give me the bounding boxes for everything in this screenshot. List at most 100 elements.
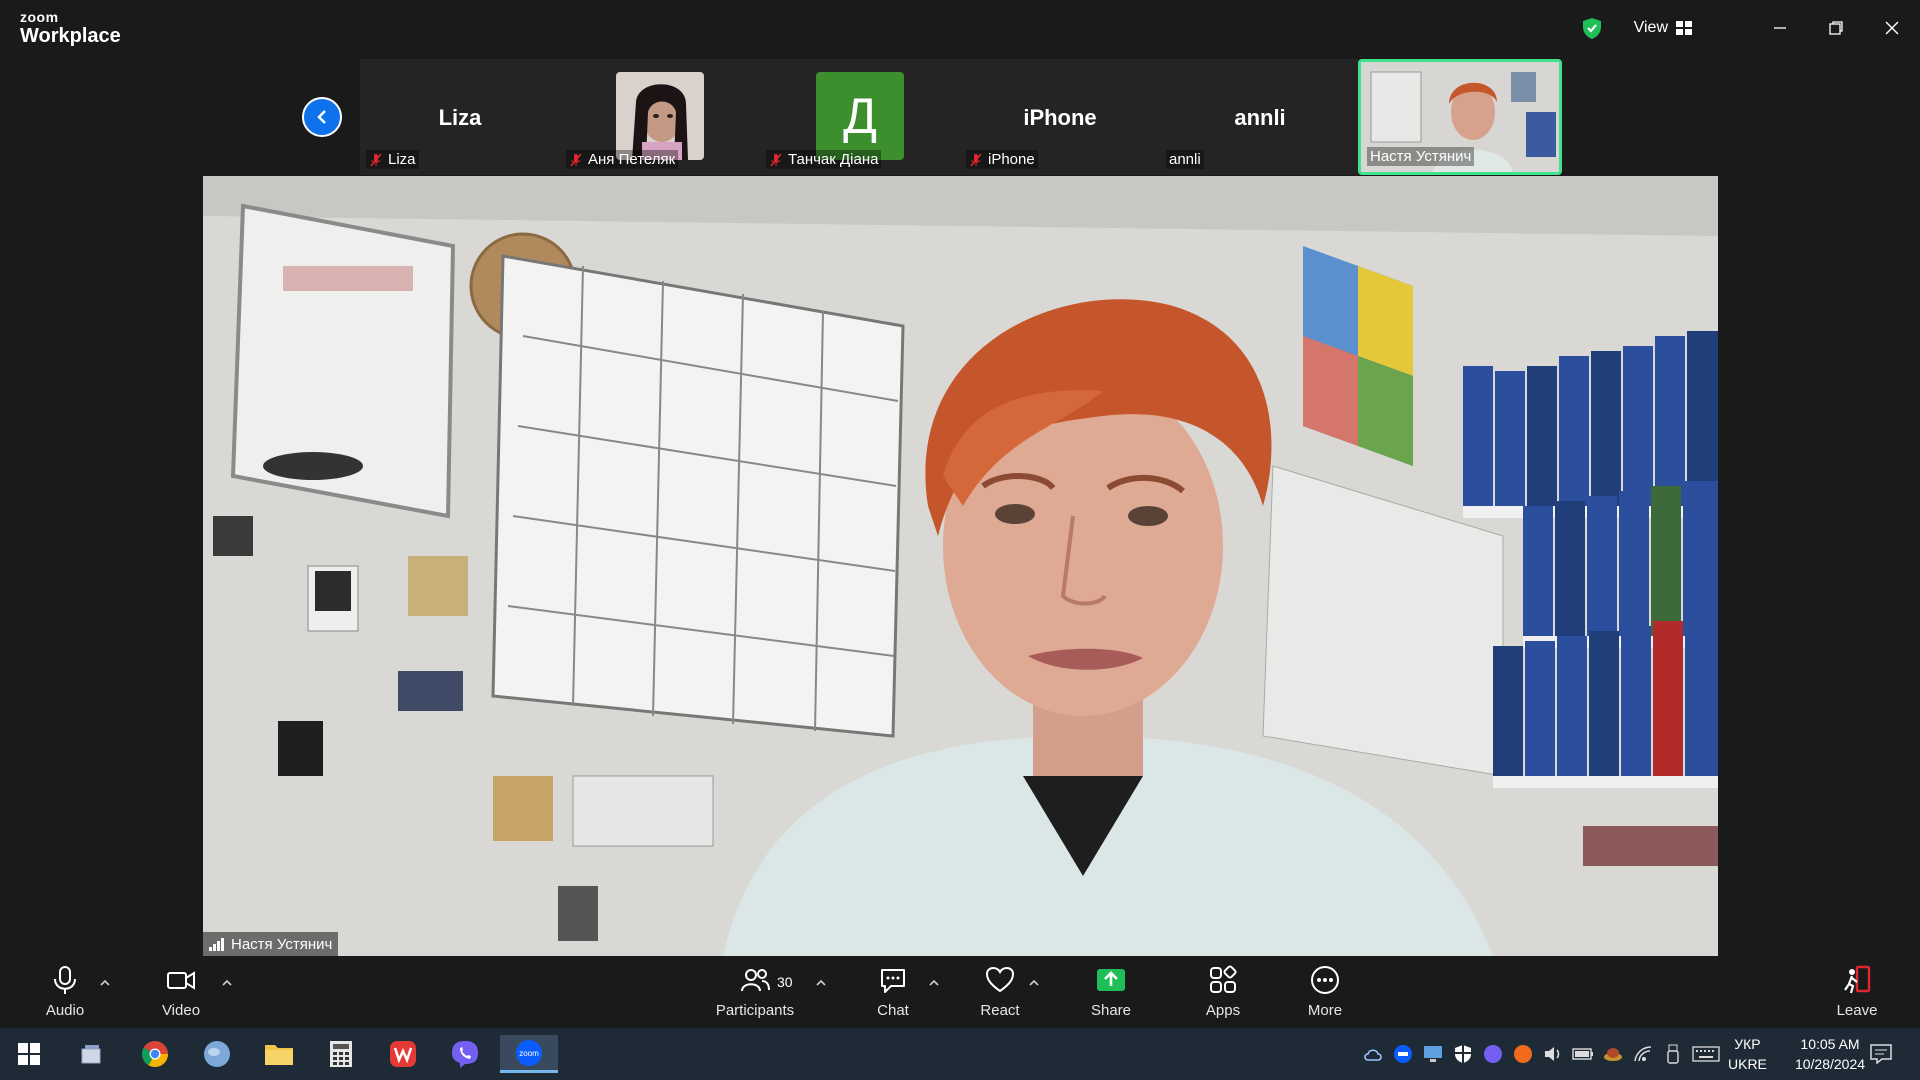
audio-label: Audio [45,1002,85,1019]
participant-tile-self[interactable]: Настя Устянич [1358,59,1562,175]
heart-icon [985,966,1015,993]
defender-shield-icon [1455,1045,1471,1063]
tile-name: iPhone [1023,105,1097,130]
windows-logo-icon [18,1043,40,1065]
zoom-app-icon: zoom [516,1039,542,1066]
participants-options-caret-icon[interactable] [814,976,828,990]
more-label: More [1307,1002,1343,1019]
monitor-tray[interactable] [1422,1043,1444,1065]
wps-office-app[interactable] [384,1035,422,1073]
cloud-icon [1364,1049,1382,1061]
share-label: Share [1090,1002,1132,1019]
notifications-button[interactable] [1862,1035,1900,1073]
apps-grid-icon [1210,965,1237,993]
tile-label-text: Настя Устянич [1370,148,1472,165]
participant-tile-iphone[interactable]: iPhone iPhone [960,59,1160,175]
battery-tray[interactable] [1572,1043,1594,1065]
chrome-app[interactable] [136,1035,174,1073]
react-options-caret-icon[interactable] [1027,976,1041,990]
restore-icon [1829,20,1843,35]
video-camera-icon [167,971,195,990]
wps-office-icon [390,1041,416,1067]
more-button[interactable]: More [1280,964,1370,1024]
security-tray[interactable] [1452,1043,1474,1065]
calculator-app[interactable] [322,1035,360,1073]
onedrive-tray[interactable] [1362,1043,1384,1065]
keyboard-icon [1692,1046,1720,1062]
restore-button[interactable] [1808,0,1864,55]
view-label: View [1633,18,1668,36]
participants-button[interactable]: Participants [710,964,800,1024]
participants-label: Participants [715,1002,795,1019]
volume-tray[interactable] [1542,1043,1564,1065]
minimize-button[interactable] [1752,0,1808,55]
apps-button[interactable]: Apps [1178,964,1268,1024]
audio-options-caret-icon[interactable] [98,976,112,990]
calculator-icon [330,1041,352,1067]
tile-label: Liza [366,150,419,169]
mic-muted-icon [970,153,982,166]
title-bar: zoom Workplace View [0,0,1920,55]
speaker-icon [1545,1047,1560,1061]
leave-label: Leave [1836,1002,1878,1019]
video-label: Video [161,1002,201,1019]
tile-label-text: iPhone [988,151,1035,168]
audio-button[interactable]: Audio [20,964,110,1024]
minimize-icon [1774,26,1786,29]
zoom-app[interactable]: zoom [500,1035,558,1073]
main-speaker-label: Настя Устянич [203,932,339,956]
browser-app[interactable] [198,1035,236,1073]
close-button[interactable] [1864,0,1920,55]
chat-button[interactable]: Chat [848,964,938,1024]
windows-taskbar: zoom УКР UKRE 10:05 AM 10/28/2024 [0,1028,1920,1080]
chat-label: Chat [877,1002,909,1019]
avast-tray[interactable] [1512,1043,1534,1065]
brand-small: zoom [20,9,59,25]
monitor-icon [1424,1046,1442,1062]
zoom-tray[interactable] [1392,1043,1414,1065]
keyboard-tray[interactable] [1692,1043,1720,1065]
hat-icon [1604,1048,1622,1061]
tile-label: iPhone [966,150,1038,169]
tile-label: Настя Устянич [1367,147,1475,166]
meeting-toolbar: Audio Video Participants 30 Chat React S… [0,956,1920,1028]
main-speaker-name: Настя Устянич [231,935,333,953]
view-button[interactable]: View [1634,19,1692,37]
input-language-indicator[interactable]: УКР UKRE [1728,1034,1767,1074]
notification-icon [1870,1044,1892,1064]
viber-tray[interactable] [1482,1043,1504,1065]
video-button[interactable]: Video [136,964,226,1024]
chat-options-caret-icon[interactable] [927,976,941,990]
chrome-icon [141,1041,169,1068]
participant-avatar: Д [816,72,904,160]
usb-tray[interactable] [1662,1043,1684,1065]
main-speaker-video[interactable] [203,176,1718,956]
zoom-tray-icon [1394,1045,1412,1063]
participant-tile-diana[interactable]: Д Танчак Діана [760,59,960,175]
share-button[interactable]: Share [1066,964,1156,1024]
participants-count: 30 [777,974,793,990]
leave-button[interactable]: Leave [1812,964,1902,1024]
participant-tile-liza[interactable]: Liza Liza [360,59,560,175]
task-view-button[interactable] [72,1035,110,1073]
video-options-caret-icon[interactable] [220,976,234,990]
grid-view-icon [1676,20,1692,35]
tile-label: Аня Петеляк [566,150,679,169]
brand-big: Workplace [20,25,121,47]
react-label: React [980,1002,1020,1019]
app-tray[interactable] [1602,1043,1624,1065]
network-tray[interactable] [1632,1043,1654,1065]
file-explorer-app[interactable] [260,1035,298,1073]
tile-label: Танчак Діана [766,150,882,169]
viber-app[interactable] [446,1035,484,1073]
battery-icon [1572,1048,1593,1060]
participant-tile-annli[interactable]: annli annli [1160,59,1360,175]
react-button[interactable]: React [955,964,1045,1024]
start-button[interactable] [10,1035,48,1073]
tile-label-text: annli [1169,151,1201,168]
strip-previous-button[interactable] [302,97,342,137]
encryption-shield-icon[interactable] [1580,16,1604,40]
participant-tile-anya[interactable]: Аня Петеляк [560,59,760,175]
tile-name: annli [1234,105,1286,130]
mic-muted-icon [770,153,782,166]
